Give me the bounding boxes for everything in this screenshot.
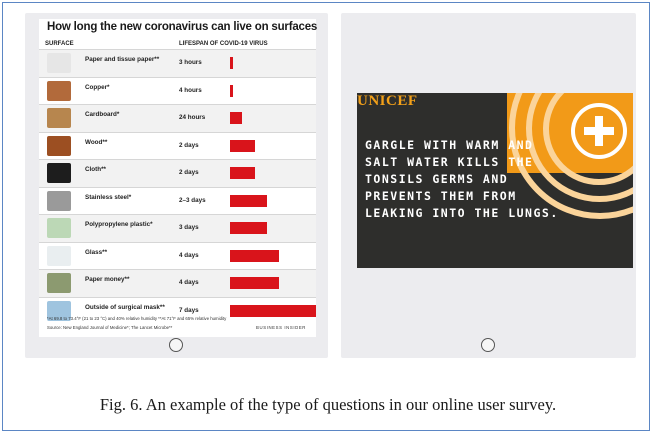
lifespan-duration: 24 hours	[179, 114, 206, 121]
plastic-container-icon	[47, 218, 71, 238]
surface-label: Paper money**	[85, 276, 130, 283]
figure-caption: Fig. 6. An example of the type of questi…	[99, 395, 557, 414]
lifespan-duration: 2–3 days	[179, 196, 206, 204]
figure-frame: How long the new coronavirus can live on…	[2, 2, 650, 431]
glass-icon	[47, 245, 71, 266]
infographic-source: Source: New England Journal of Medicine*…	[47, 325, 173, 330]
lifespan-duration: 3 hours	[179, 59, 202, 66]
lifespan-duration: 2 days	[179, 169, 199, 176]
lifespan-duration: 4 hours	[179, 86, 202, 94]
surface-label: Outside of surgical mask**	[85, 303, 165, 311]
surface-label: Polypropylene plastic*	[85, 221, 153, 228]
lifespan-duration: 4 days	[179, 279, 199, 286]
tissue-paper-icon	[47, 53, 71, 73]
lifespan-duration: 4 days	[179, 251, 199, 259]
lifespan-bar	[230, 277, 279, 289]
surface-label: Cardboard*	[85, 111, 120, 118]
table-row: Stainless steel* 2–3 days	[39, 186, 316, 215]
lifespan-duration: 3 days	[179, 224, 199, 231]
lifespan-bar	[230, 139, 255, 152]
lifespan-column-header: LIFESPAN OF COVID-19 VIRUS	[179, 41, 268, 47]
cloth-icon	[47, 163, 71, 183]
table-row: Paper money** 4 days	[39, 269, 316, 297]
unicef-message: GARGLE WITH WARM AND SALT WATER KILLS TH…	[365, 138, 559, 220]
banknote-icon	[47, 273, 71, 293]
lifespan-bar	[230, 167, 255, 179]
lifespan-duration: 2 days	[179, 141, 199, 149]
wood-icon	[47, 135, 71, 156]
lifespan-bar	[230, 84, 233, 97]
lifespan-duration: 7 days	[179, 306, 199, 314]
table-row: Copper* 4 hours	[39, 76, 316, 105]
surface-label: Wood**	[85, 138, 108, 146]
unicef-brand: UNICEF	[357, 93, 418, 109]
infographic-footnote: *At 69.8 to 73.4°F (21 to 23 °C) and 40%…	[47, 316, 227, 321]
table-row: Paper and tissue paper** 3 hours	[39, 49, 316, 77]
surface-label: Paper and tissue paper**	[85, 56, 160, 63]
surface-column-header: SURFACE	[45, 41, 74, 47]
table-row: Polypropylene plastic* 3 days	[39, 214, 316, 242]
surface-label: Cloth**	[85, 166, 106, 173]
table-row: Cloth** 2 days	[39, 159, 316, 187]
unicef-card: UNICEF GARGLE WITH WARM AND SALT WATER K…	[357, 93, 633, 268]
lifespan-bar	[230, 222, 267, 234]
copper-icon	[47, 80, 71, 101]
surface-rows: Paper and tissue paper** 3 hours Copper* 4 …	[39, 49, 316, 324]
lifespan-bar	[230, 304, 316, 317]
steel-pot-icon	[47, 190, 71, 211]
infographic-title: How long the new coronavirus can live on…	[47, 21, 318, 33]
table-row: Glass** 4 days	[39, 241, 316, 270]
right-phone-screen: UNICEF GARGLE WITH WARM AND SALT WATER K…	[341, 13, 636, 358]
plus-icon	[571, 103, 627, 159]
left-phone-screen: How long the new coronavirus can live on…	[25, 13, 328, 358]
lifespan-bar	[230, 249, 279, 262]
lifespan-bar	[230, 194, 267, 207]
table-row: Wood** 2 days	[39, 131, 316, 160]
surface-label: Copper*	[85, 83, 110, 91]
table-row: Cardboard* 24 hours	[39, 104, 316, 132]
surface-label: Glass**	[85, 248, 108, 256]
surface-lifespan-infographic: How long the new coronavirus can live on…	[39, 19, 318, 337]
surface-label: Stainless steel*	[85, 193, 132, 201]
lifespan-bar	[230, 112, 242, 124]
infographic-brand: BUSINESS INSIDER	[256, 325, 306, 330]
lifespan-bar	[230, 57, 233, 69]
right-home-button[interactable]	[480, 338, 495, 352]
left-home-button[interactable]	[168, 338, 183, 352]
cardboard-icon	[47, 108, 71, 128]
